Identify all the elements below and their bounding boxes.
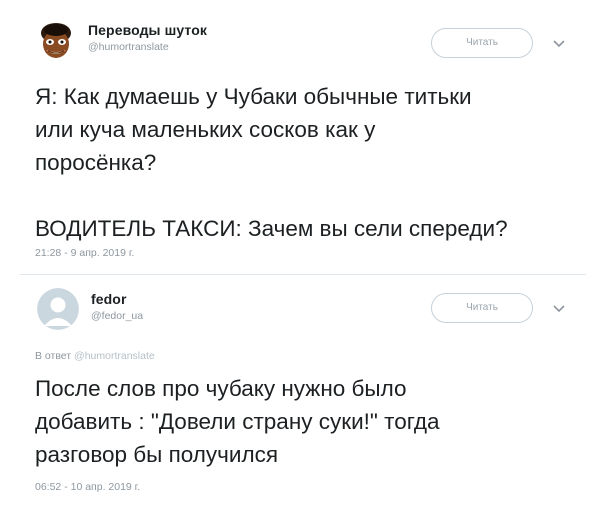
author-handle[interactable]: @humortranslate	[88, 41, 169, 53]
tweet-text: После слов про чубаку нужно было добавит…	[35, 376, 440, 467]
author-name[interactable]: Переводы шуток	[88, 22, 207, 38]
tweet-reply: fedor @fedor_ua Читать В ответ @humortra…	[0, 275, 600, 509]
reply-context: В ответ @humortranslate	[35, 350, 155, 362]
cartoon-face-avatar-icon	[35, 20, 77, 62]
author-avatar[interactable]	[35, 20, 77, 62]
tweet-timestamp[interactable]: 06:52 - 10 апр. 2019 г.	[35, 481, 140, 493]
default-user-avatar-icon	[37, 288, 79, 330]
tweet-original: Переводы шуток @humortranslate Читать Я:…	[0, 0, 600, 274]
chevron-down-icon[interactable]	[552, 304, 566, 314]
author-handle[interactable]: @fedor_ua	[91, 310, 143, 322]
author-name[interactable]: fedor	[91, 291, 127, 307]
reply-prefix: В ответ	[35, 350, 72, 362]
reply-handle-link[interactable]: @humortranslate	[74, 350, 155, 362]
author-avatar[interactable]	[37, 288, 79, 330]
follow-button[interactable]: Читать	[431, 293, 533, 323]
tweet-timestamp[interactable]: 21:28 - 9 апр. 2019 г.	[35, 247, 134, 259]
tweet-text: Я: Как думаешь у Чубаки обычные титьки и…	[35, 84, 508, 241]
follow-button[interactable]: Читать	[431, 28, 533, 58]
chevron-down-icon[interactable]	[552, 39, 566, 49]
